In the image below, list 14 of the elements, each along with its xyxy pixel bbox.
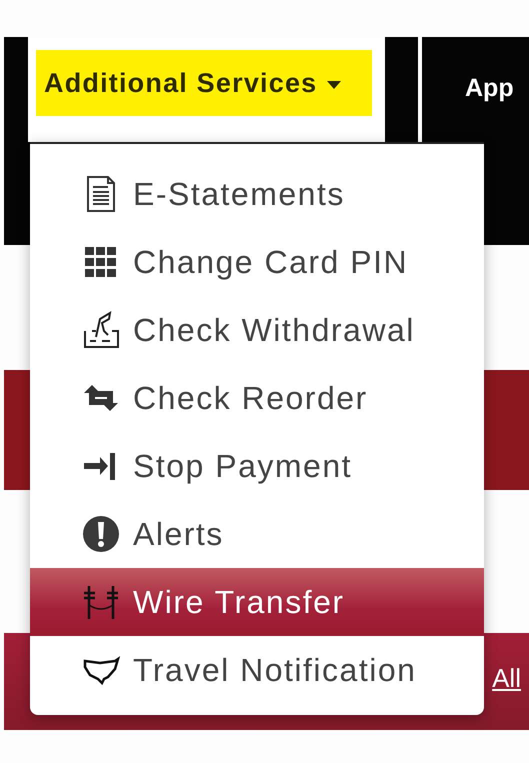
menu-item[interactable]: Alerts	[30, 500, 484, 568]
additional-services-tab[interactable]: Additional Services	[36, 50, 372, 116]
menu-item[interactable]: E-Statements	[30, 160, 484, 228]
menu-item[interactable]: Stop Payment	[30, 432, 484, 500]
caret-icon	[327, 81, 342, 89]
power-pole-icon	[82, 583, 120, 621]
nav-tab[interactable]: App	[465, 74, 514, 103]
view-all-link[interactable]: All	[492, 663, 521, 695]
menu-item[interactable]: Check Withdrawal	[30, 296, 484, 364]
menu-item[interactable]: Wire Transfer	[30, 568, 484, 636]
menu-item[interactable]: Travel Notification	[30, 636, 484, 704]
exclamation-icon	[82, 515, 120, 553]
menu-item[interactable]: Check Reorder	[30, 364, 484, 432]
menu-item[interactable]: Change Card PIN	[30, 228, 484, 296]
